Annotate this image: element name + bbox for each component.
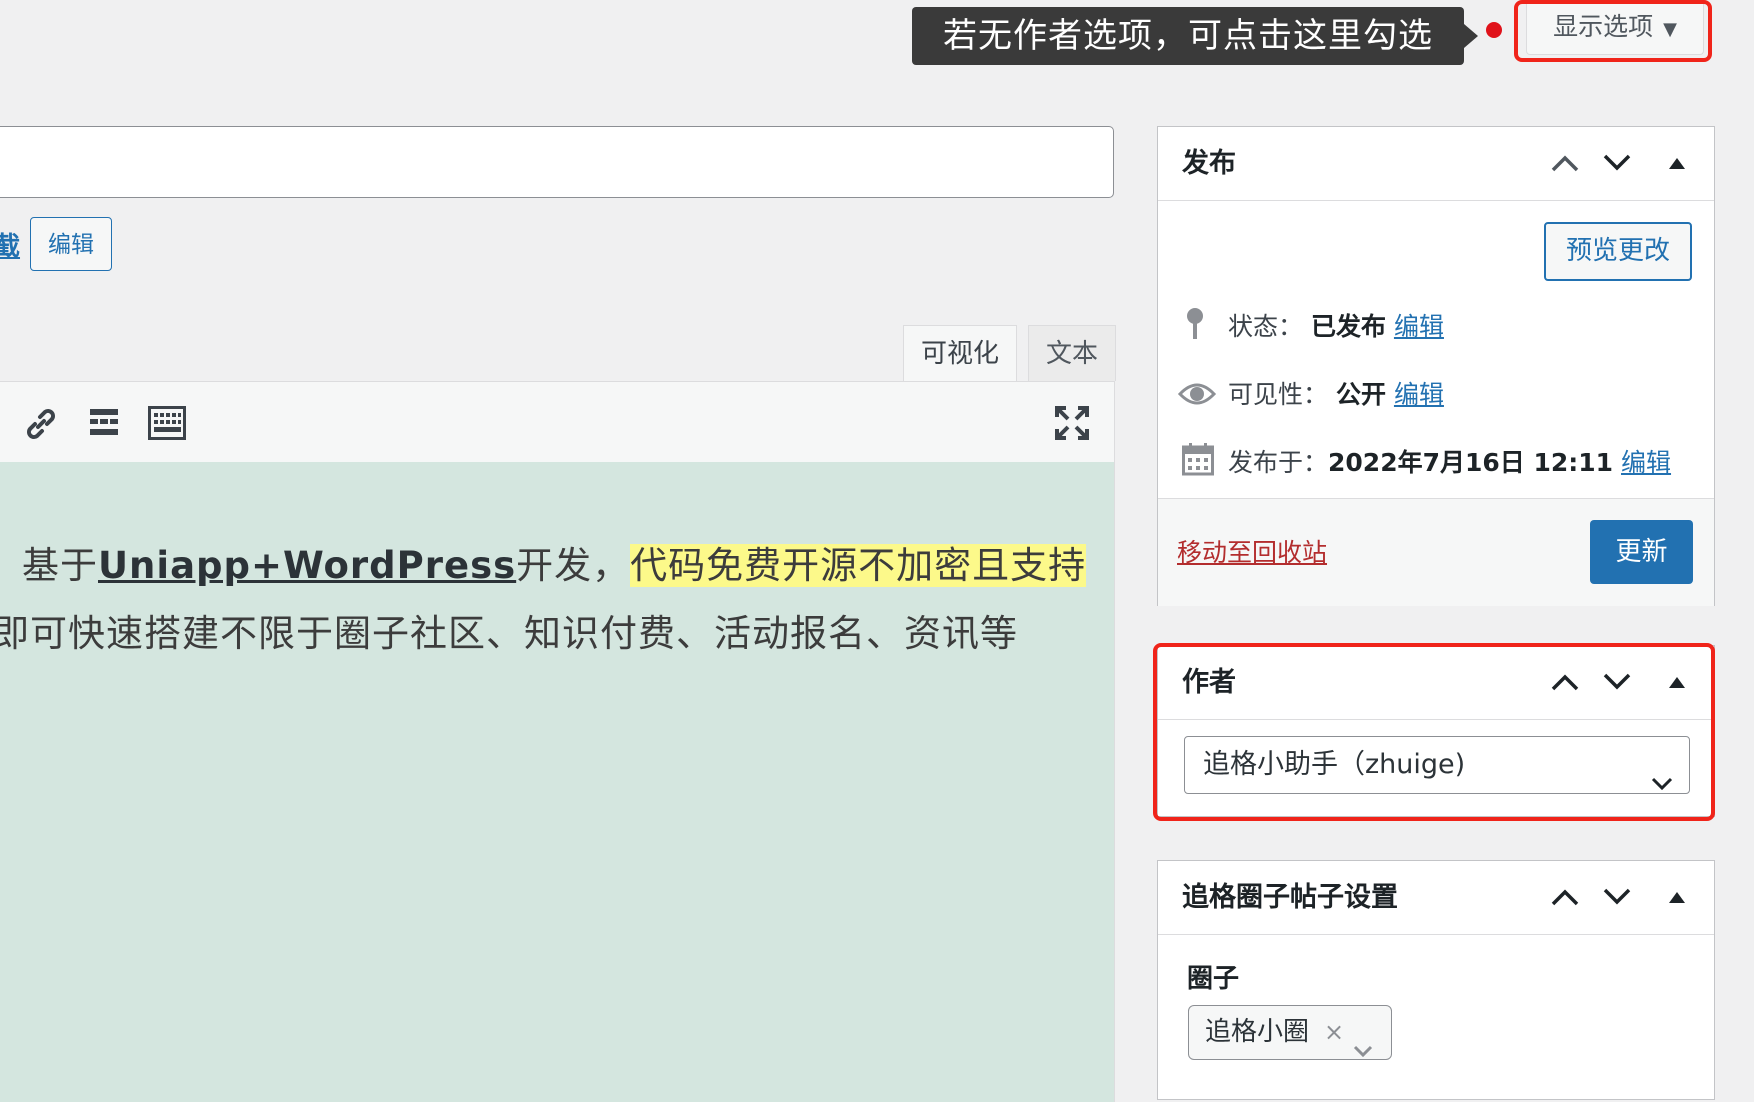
callout-dot xyxy=(1486,22,1502,38)
clear-icon[interactable]: × xyxy=(1324,1006,1344,1059)
visibility-edit-link[interactable]: 编辑 xyxy=(1394,380,1444,409)
callout-arrow xyxy=(1464,24,1478,48)
date-edit-link[interactable]: 编辑 xyxy=(1621,448,1671,477)
visibility-row: 可见性： 公开 编辑 xyxy=(1228,375,1444,411)
move-down-icon[interactable] xyxy=(1602,153,1632,177)
circle-field-label: 圈子 xyxy=(1187,964,1240,994)
eye-icon xyxy=(1177,380,1217,412)
visibility-label: 可见性： xyxy=(1228,380,1329,409)
move-down-icon[interactable] xyxy=(1602,887,1632,911)
move-up-icon[interactable] xyxy=(1550,887,1580,911)
visibility-value: 公开 xyxy=(1335,380,1386,409)
move-up-icon[interactable] xyxy=(1550,153,1580,177)
move-to-trash-link[interactable]: 移动至回收站 xyxy=(1177,533,1327,569)
circle-select[interactable]: 追格小圈 × xyxy=(1188,1005,1392,1060)
circle-settings-title: 追格圈子帖子设置 xyxy=(1182,882,1398,913)
fullscreen-icon[interactable] xyxy=(1055,406,1089,444)
content-text: 基于 xyxy=(22,544,98,587)
post-title-input[interactable] xyxy=(0,126,1114,198)
publish-box-title: 发布 xyxy=(1182,148,1236,179)
keyboard-icon[interactable] xyxy=(148,406,186,444)
screen-options-highlight xyxy=(1514,0,1712,62)
highlighted-text: 代码免费开源不加密且支持 xyxy=(630,544,1087,587)
publish-box-header: 发布 xyxy=(1158,127,1714,201)
link-icon[interactable] xyxy=(23,406,59,446)
tab-text[interactable]: 文本 xyxy=(1028,325,1116,381)
content-paragraph-line1: 基于Uniapp+WordPress开发，代码免费开源不加密且支持 xyxy=(22,535,1087,589)
circle-settings-header: 追格圈子帖子设置 xyxy=(1158,861,1714,935)
preview-changes-button[interactable]: 预览更改 xyxy=(1544,222,1692,281)
date-value: 2022年7月16日 12:11 xyxy=(1328,448,1614,477)
content-text: 开发， xyxy=(516,544,631,587)
permalink-link[interactable]: 截 xyxy=(0,226,20,263)
author-box-highlight xyxy=(1153,643,1715,821)
date-label: 发布于： xyxy=(1228,448,1329,477)
update-button[interactable]: 更新 xyxy=(1590,520,1693,584)
content-paragraph-line2: 即可快速搭建不限于圈子社区、知识付费、活动报名、资讯等 xyxy=(0,612,1018,655)
editor-toolbar xyxy=(0,381,1115,463)
status-value: 已发布 xyxy=(1310,312,1386,341)
screen-options-hint: 若无作者选项，可点击这里勾选 xyxy=(912,7,1464,65)
permalink-edit-button[interactable]: 编辑 xyxy=(30,217,112,271)
status-label: 状态： xyxy=(1228,312,1304,341)
tab-visual[interactable]: 可视化 xyxy=(903,325,1017,383)
toggle-panel-icon[interactable] xyxy=(1668,889,1686,908)
status-row: 状态： 已发布 编辑 xyxy=(1228,307,1444,343)
toggle-panel-icon[interactable] xyxy=(1668,155,1686,174)
content-link[interactable]: Uniapp+WordPress xyxy=(98,544,516,587)
circle-select-value: 追格小圈 xyxy=(1205,1017,1310,1047)
chevron-down-icon xyxy=(1353,1024,1373,1077)
status-edit-link[interactable]: 编辑 xyxy=(1394,312,1444,341)
publish-date-row: 发布于：2022年7月16日 12:11 编辑 xyxy=(1228,443,1671,479)
pin-icon xyxy=(1184,307,1206,345)
circle-settings-box: 追格圈子帖子设置 xyxy=(1157,860,1715,1100)
read-more-icon[interactable] xyxy=(89,406,119,442)
calendar-icon xyxy=(1182,442,1214,480)
